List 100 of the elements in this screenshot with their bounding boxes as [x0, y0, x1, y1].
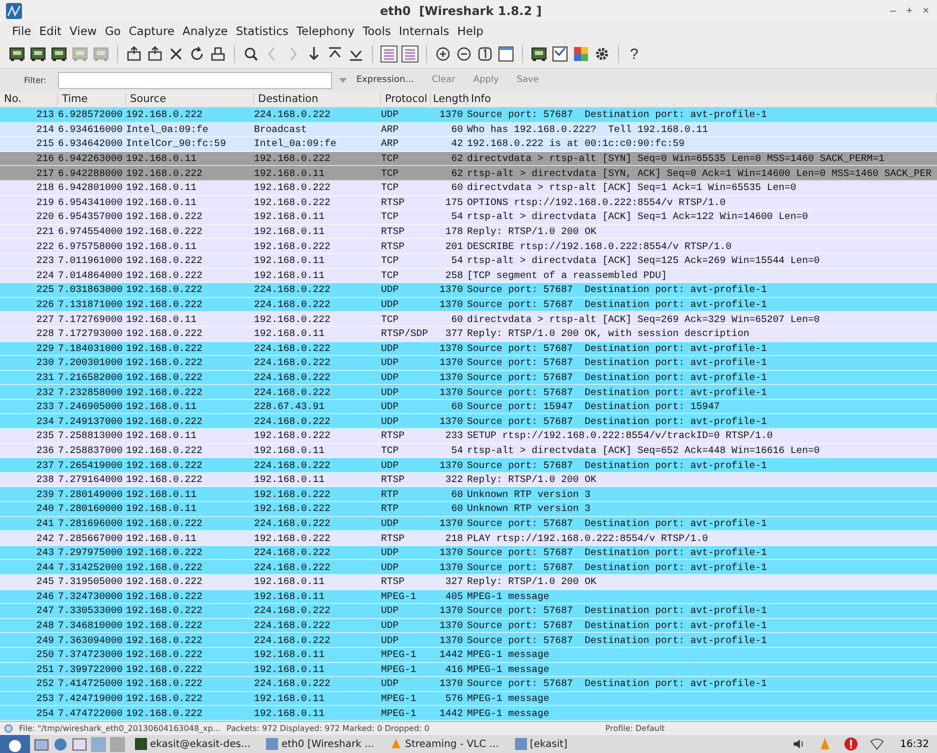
packet-row[interactable]: 228 7.172793000 192.168.0.222 192.168.0.11 RTSP/SDP 377 Reply: RTSP/1.0 200 OK, with session description	[0, 326, 937, 342]
palette-icon[interactable]	[572, 45, 590, 63]
search-icon[interactable]	[242, 45, 260, 63]
menu-item[interactable]: File	[8, 24, 36, 38]
packet-row[interactable]: 215 6.934642000 IntelCor_90:fc:59 Intel_0a:09:fe ARP 42 192.168.0.222 is at 00:1c:c0:90:fc:59	[0, 137, 937, 152]
menu-item[interactable]: Internals	[394, 24, 454, 38]
packet-row[interactable]: 221 6.974554000 192.168.0.222 192.168.0.11 RTSP 178 Reply: RTSP/1.0 200 OK	[0, 224, 937, 240]
column-header[interactable]: Info	[467, 93, 937, 105]
filter-field[interactable]	[58, 72, 332, 88]
help-button[interactable]: ?	[626, 46, 642, 62]
packet-row[interactable]: 222 6.975758000 192.168.0.11 192.168.0.222 RTSP 201 DESCRIBE rtsp://192.168.0.222:8554/v RTSP/1.0	[0, 239, 937, 254]
open-icon[interactable]	[125, 45, 143, 63]
start-menu-icon[interactable]	[0, 735, 30, 753]
column-header[interactable]: Destination	[254, 93, 381, 105]
packet-row[interactable]: 240 7.280160000 192.168.0.11 192.168.0.222 RTP 60 Unknown RTP version 3	[0, 502, 937, 517]
packet-row[interactable]: 220 6.954357000 192.168.0.222 192.168.0.11 TCP 54 rtsp-alt > directvdata [ACK] Seq=1 Ack=122 Win=14600 Len=0	[0, 210, 937, 225]
table-cell-text: 219	[35, 196, 55, 208]
table-cell-text: Source port: 57687 Destination port: avt-profile-1	[467, 357, 768, 368]
menu-item[interactable]: Capture	[124, 24, 179, 38]
taskbar-button[interactable]: Streaming - VLC ...	[384, 738, 505, 750]
packet-row[interactable]: 242 7.285667000 192.168.0.11 192.168.0.222 RTSP 218 PLAY rtsp://192.168.0.222:8554/v RTSP/1.0	[0, 531, 937, 546]
window-control[interactable]: ×	[920, 5, 931, 17]
profile-status[interactable]: Profile: Default	[605, 724, 665, 733]
settings-icon[interactable]	[593, 45, 611, 63]
packet-row[interactable]: 213 6.928572000 192.168.0.222 224.168.0.222 UDP 1370 Source port: 57687 Destination port: avt-profile-1	[0, 108, 937, 123]
packet-row[interactable]: 248 7.346810000 192.168.0.222 224.168.0.222 UDP 1370 Source port: 57687 Destination port: avt-profile-1	[0, 618, 937, 634]
packet-row[interactable]: 231 7.216582000 192.168.0.222 224.168.0.222 UDP 1370 Source port: 57687 Destination port: avt-profile-1	[0, 370, 937, 386]
zoom-out-icon[interactable]	[455, 45, 473, 63]
packet-row[interactable]: 227 7.172769000 192.168.0.11 192.168.0.222 TCP 60 directvdata > rtsp-alt [ACK] Seq=269 Ack=329 Win=65207 Len=0	[0, 312, 937, 327]
packet-row[interactable]: 232 7.232858000 192.168.0.222 224.168.0.222 UDP 1370 Source port: 57687 Destination port: avt-profile-1	[0, 385, 937, 400]
packet-row[interactable]: 251 7.399722000 192.168.0.222 192.168.0.11 MPEG-1 416 MPEG-1 message	[0, 662, 937, 678]
window-control[interactable]: +	[904, 5, 915, 17]
column-header[interactable]: Source	[126, 93, 254, 105]
card-icon[interactable]	[8, 45, 26, 63]
packet-row[interactable]: 253 7.424719000 192.168.0.222 192.168.0.11 MPEG-1 576 MPEG-1 message	[0, 692, 937, 706]
menu-item[interactable]: Telephony	[292, 24, 359, 38]
packet-row[interactable]: 249 7.363094000 192.168.0.222 224.168.0.222 UDP 1370 Source port: 57687 Destination port: avt-profile-1	[0, 633, 937, 648]
menu-item[interactable]: Go	[100, 24, 125, 38]
menu-item[interactable]: Analyze	[178, 24, 232, 38]
packet-row[interactable]: 235 7.258813000 192.168.0.11 192.168.0.222 RTSP 233 SETUP rtsp://192.168.0.222:8554/v/trackID=0 RTSP/1.0	[0, 429, 937, 444]
packet-row[interactable]: 254 7.474722000 192.168.0.222 192.168.0.11 MPEG-1 1442 MPEG-1 message	[0, 706, 937, 721]
menu-item[interactable]: Edit	[35, 24, 66, 38]
column-header[interactable]: Time	[58, 93, 126, 105]
packet-row[interactable]: 241 7.281696000 192.168.0.222 224.168.0.222 UDP 1370 Source port: 57687 Destination port: avt-profile-1	[0, 516, 937, 532]
packet-row[interactable]: 244 7.314252000 192.168.0.222 224.168.0.222 UDP 1370 Source port: 57687 Destination port: avt-profile-1	[0, 560, 937, 575]
packet-row[interactable]: 233 7.246905000 192.168.0.11 228.67.43.91 UDP 60 Source port: 15947 Destination port: 15947	[0, 400, 937, 414]
column-header[interactable]: Length	[431, 93, 467, 105]
card-icon[interactable]	[50, 45, 68, 63]
list-icon[interactable]	[401, 45, 419, 63]
packet-row[interactable]: 219 6.954341000 192.168.0.11 192.168.0.222 RTSP 175 OPTIONS rtsp://192.168.0.222:8554/v RTSP/1.0	[0, 196, 937, 210]
alert-icon[interactable]	[844, 737, 858, 751]
taskbar-button[interactable]: eth0 [Wireshark ...	[260, 738, 380, 750]
packet-row[interactable]: 218 6.942801000 192.168.0.11 192.168.0.222 TCP 60 directvdata > rtsp-alt [ACK] Seq=1 Ack=1 Win=65535 Len=0	[0, 180, 937, 196]
open-icon[interactable]	[146, 45, 164, 63]
filter-action-button[interactable]: Expression...	[354, 75, 424, 85]
packet-row[interactable]: 247 7.330533000 192.168.0.222 224.168.0.222 UDP 1370 Source port: 57687 Destination port: avt-profile-1	[0, 604, 937, 619]
zoom-reset-icon[interactable]	[476, 45, 494, 63]
table-cell-text: 7.280160000	[58, 503, 124, 514]
card-icon[interactable]	[530, 45, 548, 63]
menu-item[interactable]: Statistics	[232, 24, 292, 38]
packet-row[interactable]: 230 7.200301000 192.168.0.222 224.168.0.222 UDP 1370 Source port: 57687 Destination port: avt-profile-1	[0, 356, 937, 371]
packet-row[interactable]: 246 7.324730000 192.168.0.222 192.168.0.11 MPEG-1 405 MPEG-1 message	[0, 590, 937, 604]
packet-row[interactable]: 226 7.131871000 192.168.0.222 224.168.0.222 UDP 1370 Source port: 57687 Destination port: avt-profile-1	[0, 298, 937, 312]
packet-row[interactable]: 224 7.014864000 192.168.0.222 192.168.0.11 TCP 258 [TCP segment of a reassembled PDU]	[0, 268, 937, 284]
packet-row[interactable]: 252 7.414725000 192.168.0.222 224.168.0.222 UDP 1370 Source port: 57687 Destination port: avt-profile-1	[0, 677, 937, 692]
packet-row[interactable]: 237 7.265419000 192.168.0.222 224.168.0.222 UDP 1370 Source port: 57687 Destination port: avt-profile-1	[0, 458, 937, 473]
list-icon[interactable]	[380, 45, 398, 63]
column-header[interactable]: Protocol	[381, 93, 431, 105]
packet-row[interactable]: 243 7.297975000 192.168.0.222 224.168.0.222 UDP 1370 Source port: 57687 Destination port: avt-profile-1	[0, 546, 937, 560]
packet-row[interactable]: 250 7.374723000 192.168.0.222 192.168.0.11 MPEG-1 1442 MPEG-1 message	[0, 648, 937, 663]
packet-row[interactable]: 217 6.942288000 192.168.0.222 192.168.0.11 TCP 62 rtsp-alt > directvdata [SYN, ACK] Seq=0 Ack=1 Win=14600 Len=0 MSS=1460 SACK_PER	[0, 166, 937, 181]
print-icon[interactable]	[209, 45, 227, 63]
zoom-in-icon[interactable]	[434, 45, 452, 63]
table-cell-text: IntelCor_90:fc:59	[126, 138, 227, 150]
card-icon[interactable]	[29, 45, 47, 63]
clock[interactable]: 16:32	[900, 738, 929, 750]
taskbar-button[interactable]: [ekasit]	[508, 738, 574, 750]
packet-row[interactable]: 238 7.279164000 192.168.0.222 192.168.0.11 RTSP 322 Reply: RTSP/1.0 200 OK	[0, 472, 937, 488]
packet-row[interactable]: 239 7.280149000 192.168.0.11 192.168.0.222 RTP 60 Unknown RTP version 3	[0, 487, 937, 502]
menu-item[interactable]: Help	[453, 24, 488, 38]
column-header[interactable]: No.	[0, 93, 58, 105]
menu-item[interactable]: View	[66, 24, 101, 38]
packet-row[interactable]: 216 6.942263000 192.168.0.11 192.168.0.222 TCP 62 directvdata > rtsp-alt [SYN] Seq=0 Win=65535 Len=0 MSS=1460 SACK_PERM=1	[0, 152, 937, 166]
wifi-icon[interactable]	[870, 737, 884, 751]
taskbar-button[interactable]: ekasit@ekasit-des...	[129, 738, 256, 750]
packet-row[interactable]: 214 6.934616000 Intel_0a:09:fe Broadcast ARP 60 Who has 192.168.0.222? Tell 192.168.0.11	[0, 122, 937, 138]
table-cell-text: 234	[35, 416, 55, 427]
packet-row[interactable]: 234 7.249137000 192.168.0.222 224.168.0.222 UDP 1370 Source port: 57687 Destination port: avt-profile-1	[0, 414, 937, 430]
packet-row[interactable]: 245 7.319505000 192.168.0.222 192.168.0.11 RTSP 327 Reply: RTSP/1.0 200 OK	[0, 575, 937, 590]
browser-icon[interactable]	[53, 736, 68, 752]
window-icon[interactable]	[497, 45, 515, 63]
packet-row[interactable]: 223 7.011961000 192.168.0.222 192.168.0.11 TCP 54 rtsp-alt > directvdata [ACK] Seq=125 Ack=269 Win=15544 Len=0	[0, 254, 937, 269]
folder-icon[interactable]	[34, 736, 49, 752]
packet-row[interactable]: 229 7.184031000 192.168.0.222 224.168.0.222 UDP 1370 Source port: 57687 Destination port: avt-profile-1	[0, 342, 937, 356]
packet-row[interactable]: 236 7.258837000 192.168.0.222 192.168.0.11 TCP 54 rtsp-alt > directvdata [ACK] Seq=652 Ack=448 Win=16616 Len=0	[0, 444, 937, 458]
menu-item[interactable]: Tools	[358, 24, 395, 38]
window-control[interactable]: –	[888, 5, 898, 17]
checklist-icon[interactable]	[551, 45, 569, 63]
window-icon[interactable]	[72, 736, 87, 752]
packet-row[interactable]: 225 7.031863000 192.168.0.222 224.168.0.222 UDP 1370 Source port: 57687 Destination port: avt-profile-1	[0, 283, 937, 298]
